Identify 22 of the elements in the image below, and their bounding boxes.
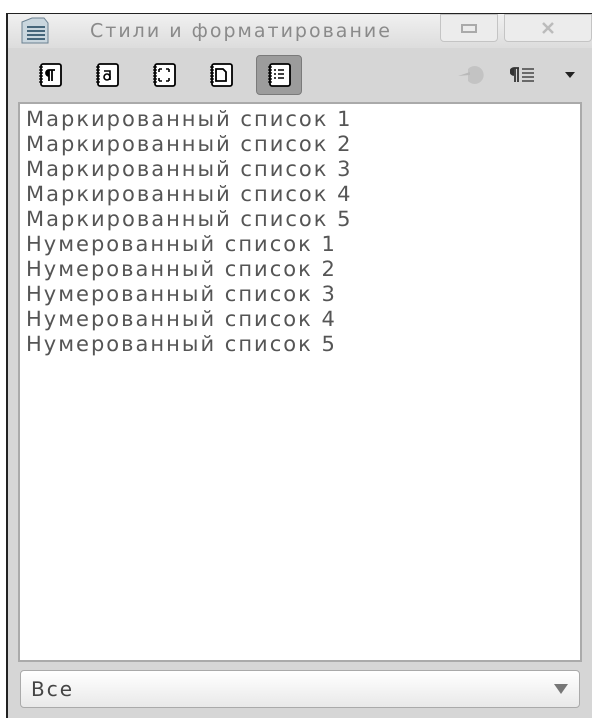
style-list-item[interactable]: Нумерованный список 4 — [26, 307, 337, 332]
style-list-item[interactable]: Маркированный список 3 — [26, 157, 352, 182]
caret-icon — [564, 71, 576, 79]
window-title: Стили и форматирование — [90, 18, 392, 44]
style-list-item[interactable]: Нумерованный список 2 — [26, 257, 337, 282]
frame-styles-icon — [150, 62, 178, 88]
restore-icon — [461, 24, 477, 32]
paragraph-styles-icon — [36, 62, 64, 88]
character-styles-icon — [93, 62, 121, 88]
dropdown-arrow-icon — [553, 683, 569, 695]
style-list-item[interactable]: Маркированный список 4 — [26, 182, 352, 207]
style-filter-dropdown[interactable]: Все — [20, 670, 580, 708]
style-list-item[interactable]: Нумерованный список 3 — [26, 282, 337, 307]
style-list-item[interactable]: Нумерованный список 1 — [26, 232, 337, 257]
close-icon — [542, 22, 554, 34]
style-list-item[interactable]: Маркированный список 1 — [26, 107, 352, 132]
page-styles-icon — [207, 62, 235, 88]
style-list-item[interactable]: Маркированный список 2 — [26, 132, 352, 157]
style-list-item[interactable]: Маркированный список 5 — [26, 207, 352, 232]
style-family-button[interactable] — [256, 55, 302, 95]
list-styles-icon — [265, 62, 293, 88]
style-list-item[interactable]: Нумерованный список 5 — [26, 332, 337, 357]
